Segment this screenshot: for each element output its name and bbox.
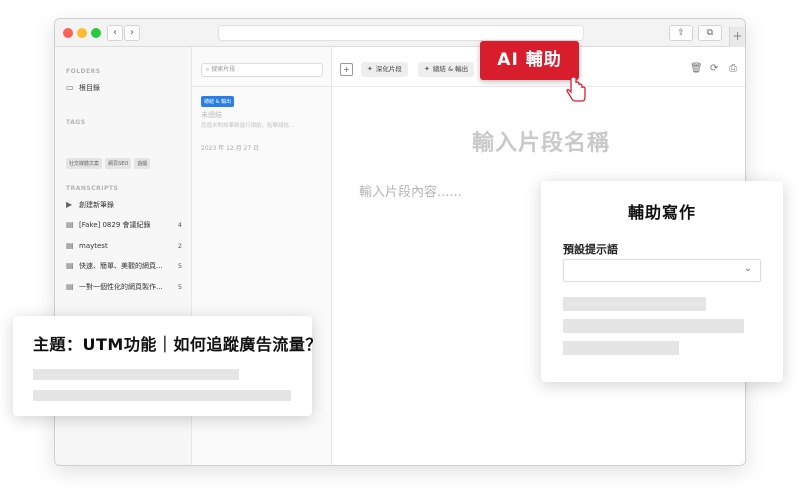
tabs-overview-icon[interactable]: ⧉ bbox=[698, 25, 722, 41]
note-title-input[interactable]: 輸入片段名稱 bbox=[472, 125, 610, 157]
export-icon[interactable]: ⎙ bbox=[729, 63, 737, 74]
new-tab-icon[interactable]: + bbox=[729, 27, 745, 47]
tag-chip[interactable]: 遊戲 bbox=[134, 158, 151, 169]
deepen-button[interactable]: ✦ 深化片段 bbox=[361, 62, 408, 77]
topic-card: 主題：UTM功能｜如何追蹤廣告流量？ bbox=[13, 316, 321, 416]
item-count: 2 bbox=[177, 242, 182, 250]
search-input[interactable]: ⌕ 搜索片段 bbox=[201, 63, 323, 77]
close-window-button[interactable] bbox=[63, 28, 73, 38]
note-preview: 您還未對該筆錄進行總結，點擊總結... bbox=[201, 123, 295, 129]
item-count: 5 bbox=[177, 283, 182, 291]
sidebar-item-transcript[interactable]: ▤ 一對一個性化的網頁製作... 5 bbox=[66, 280, 182, 294]
sparkle-icon: ✦ bbox=[367, 65, 373, 73]
document-icon: ▤ bbox=[66, 241, 74, 250]
deepen-label: 深化片段 bbox=[375, 65, 402, 73]
prompt-label: 預設提示語 bbox=[563, 243, 618, 256]
transcripts-section-label: TRANSCRIPTS bbox=[66, 185, 119, 192]
refresh-icon[interactable]: ⟳ bbox=[710, 63, 718, 74]
note-date: 2023 年 12 月 27 日 bbox=[201, 145, 260, 152]
share-icon[interactable]: ⇧ bbox=[669, 25, 693, 41]
item-count: 4 bbox=[177, 221, 182, 229]
placeholder-line bbox=[563, 319, 744, 333]
forward-arrow-icon[interactable]: › bbox=[124, 25, 140, 41]
chevron-down-icon: ⌄ bbox=[743, 263, 752, 274]
note-title[interactable]: 未總結 bbox=[201, 110, 222, 120]
card-title: 輔助寫作 bbox=[627, 203, 696, 222]
sidebar-item-label: 根目錄 bbox=[79, 84, 100, 92]
sidebar-item-transcript[interactable]: ▤ 快速、簡單、美觀的網頁... 5 bbox=[66, 259, 182, 273]
sidebar-item-label: maytest bbox=[79, 242, 108, 250]
sidebar-item-label: 創建新筆錄 bbox=[79, 201, 114, 209]
summarize-label: 總結 & 輸出 bbox=[432, 65, 469, 73]
sidebar-item-transcript[interactable]: ▤ maytest 2 bbox=[66, 239, 182, 253]
browser-titlebar: ‹ › ⇧ ⧉ + bbox=[55, 19, 745, 47]
maximize-window-button[interactable] bbox=[91, 28, 101, 38]
document-icon: ▤ bbox=[66, 220, 74, 229]
placeholder-line bbox=[33, 369, 239, 380]
folder-icon: ▭ bbox=[66, 83, 74, 92]
address-bar[interactable] bbox=[218, 25, 584, 41]
sidebar-item-label: [Fake] 0829 會議紀錄 bbox=[79, 221, 151, 229]
trash-icon[interactable]: 🗑 bbox=[690, 63, 703, 74]
tag-chip[interactable]: 網頁SEO bbox=[105, 158, 132, 169]
add-note-icon[interactable]: + bbox=[340, 63, 353, 76]
sparkle-icon: ✦ bbox=[424, 65, 430, 73]
folders-section-label: FOLDERS bbox=[66, 68, 101, 75]
placeholder-line bbox=[33, 390, 291, 401]
summarize-button[interactable]: ✦ 總結 & 輸出 bbox=[418, 62, 475, 77]
video-icon: ▶ bbox=[66, 200, 73, 209]
search-icon: ⌕ bbox=[206, 66, 210, 73]
prompt-select[interactable]: ⌄ bbox=[563, 259, 761, 282]
sidebar-item-label: 快速、簡單、美觀的網頁... bbox=[79, 262, 163, 270]
minimize-window-button[interactable] bbox=[77, 28, 87, 38]
sidebar-item-root-folder[interactable]: ▭ 根目錄 bbox=[66, 81, 182, 95]
divider bbox=[332, 86, 745, 87]
document-icon: ▤ bbox=[66, 282, 74, 291]
item-count: 5 bbox=[177, 262, 182, 270]
status-badge: 總結 & 輸出 bbox=[201, 96, 235, 107]
tag-list: 社交媒體文案 網頁SEO 遊戲 bbox=[66, 158, 151, 169]
writing-assist-card: 輔助寫作 預設提示語 ⌄ bbox=[541, 181, 783, 382]
divider bbox=[192, 86, 331, 87]
topic-title: 主題：UTM功能｜如何追蹤廣告流量？ bbox=[33, 335, 322, 354]
tag-chip[interactable]: 社交媒體文案 bbox=[66, 158, 103, 169]
sidebar-item-label: 一對一個性化的網頁製作... bbox=[79, 283, 163, 291]
note-body-input[interactable]: 輸入片段內容...... bbox=[359, 181, 462, 200]
new-note-button[interactable]: ▶ 創建新筆錄 bbox=[66, 198, 182, 212]
sidebar-item-transcript[interactable]: ▤ [Fake] 0829 會議紀錄 4 bbox=[66, 218, 182, 232]
hand-cursor-icon bbox=[566, 70, 586, 102]
tags-section-label: TAGS bbox=[66, 119, 86, 126]
placeholder-line bbox=[563, 341, 679, 355]
document-icon: ▤ bbox=[66, 261, 74, 270]
search-placeholder: 搜索片段 bbox=[211, 66, 236, 73]
placeholder-line bbox=[563, 297, 706, 311]
back-arrow-icon[interactable]: ‹ bbox=[107, 25, 123, 41]
